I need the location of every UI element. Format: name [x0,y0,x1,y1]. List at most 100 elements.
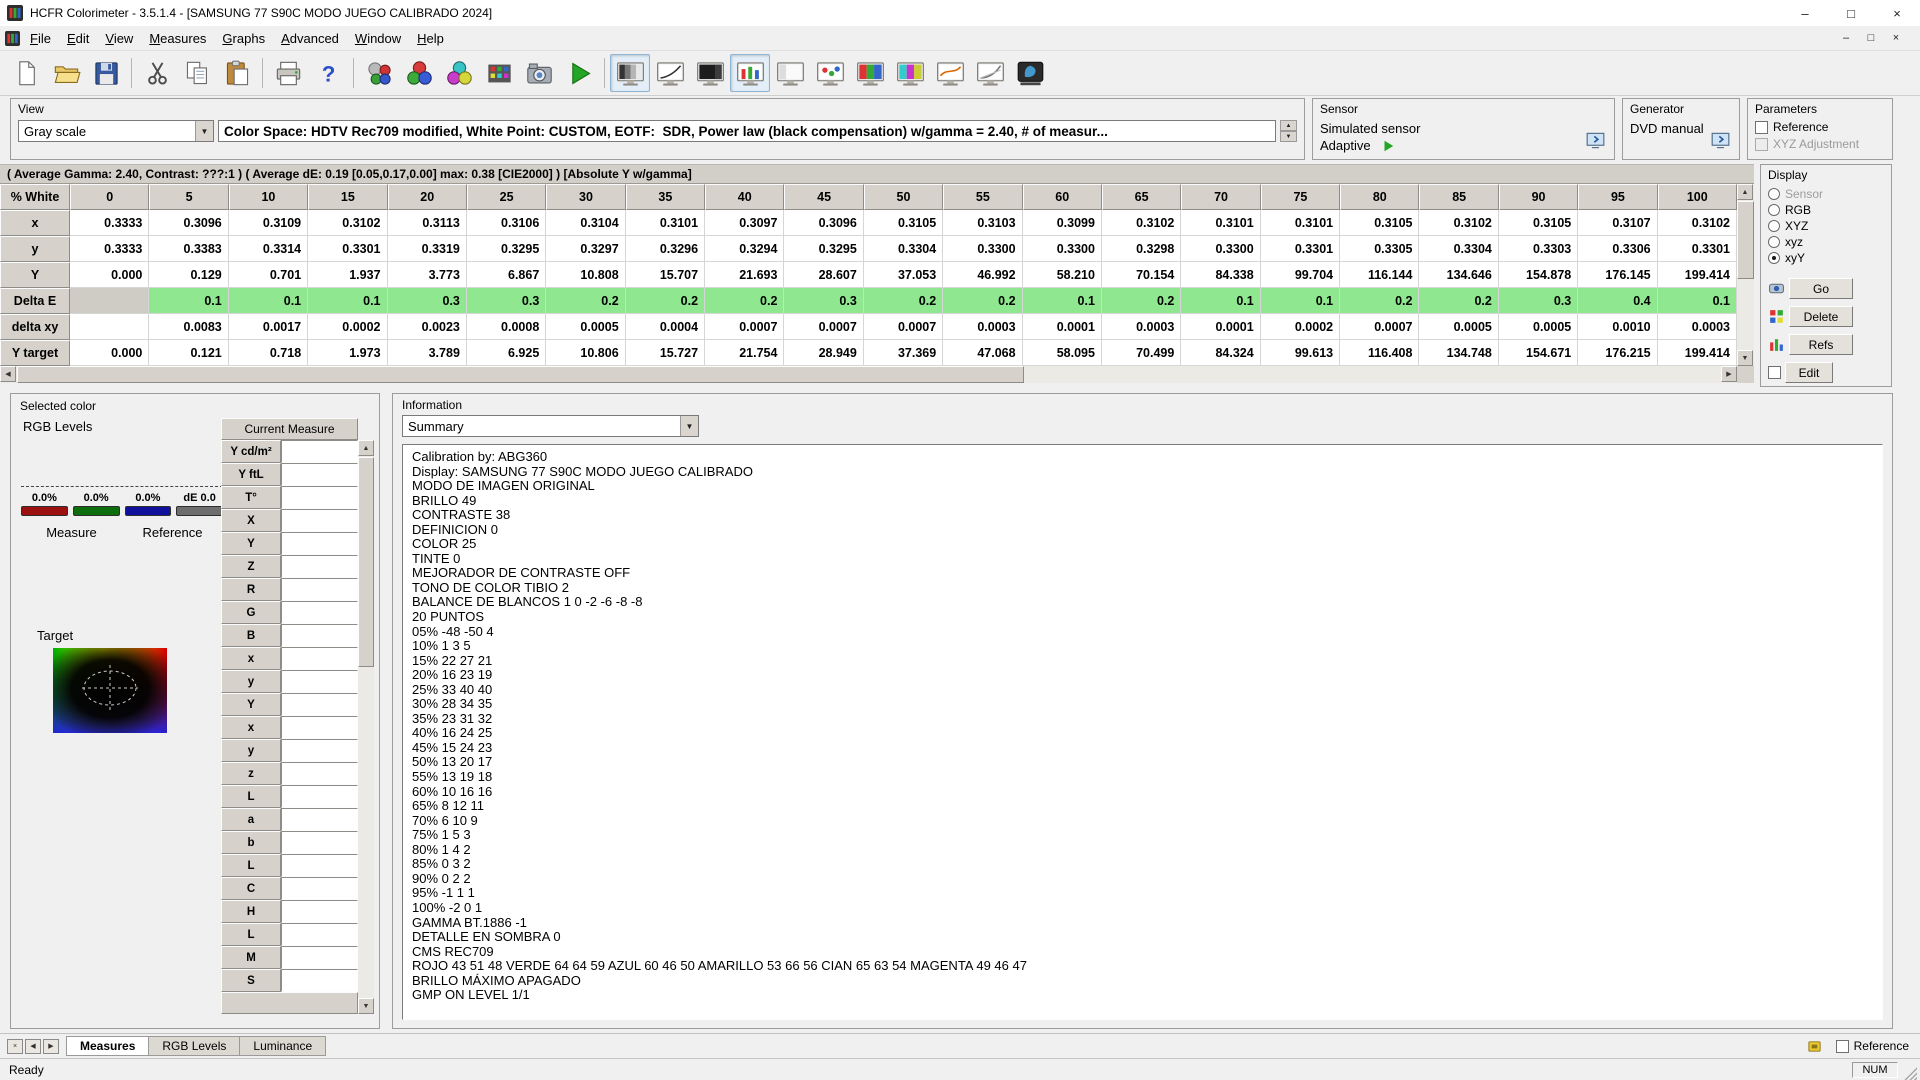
column-header[interactable]: 55 [943,184,1022,210]
tab-rgb-levels[interactable]: RGB Levels [148,1036,240,1056]
measure-cell[interactable]: 0.129 [149,262,228,288]
measure-cell[interactable]: 0.3105 [864,210,943,236]
view-grayscale-report-icon[interactable] [610,54,650,92]
measure-cell[interactable]: 0.0005 [1499,314,1578,340]
column-header[interactable]: 40 [705,184,784,210]
view-primaries-icon[interactable] [850,54,890,92]
measure-cell[interactable]: 0.2 [1340,288,1419,314]
measure-cell[interactable]: 0.3101 [1261,210,1340,236]
table-horizontal-scrollbar[interactable]: ◀ ▶ [0,366,1737,383]
measure-cell[interactable]: 0.2 [546,288,625,314]
measure-cell[interactable]: 0.3099 [1023,210,1102,236]
chevron-down-icon[interactable]: ▼ [195,121,213,141]
display-option-xyz[interactable]: xyz [1768,234,1884,250]
tab-luminance[interactable]: Luminance [239,1036,326,1056]
measure-cell[interactable]: 0.3300 [1181,236,1260,262]
measure-cell[interactable]: 0.3102 [1419,210,1498,236]
column-header[interactable]: 45 [784,184,863,210]
column-header[interactable]: 50 [864,184,943,210]
radio-icon[interactable] [1768,220,1780,232]
measure-cell[interactable]: 10.808 [546,262,625,288]
measure-cell[interactable]: 21.693 [705,262,784,288]
measure-cell[interactable]: 199.414 [1658,262,1737,288]
measure-cell[interactable]: 0.3113 [388,210,467,236]
measure-cell[interactable]: 0.3103 [943,210,1022,236]
menu-file[interactable]: File [22,28,59,49]
measure-cell[interactable]: 0.1 [1023,288,1102,314]
measure-cell[interactable]: 0.3314 [229,236,308,262]
measure-cell[interactable]: 0.0004 [626,314,705,340]
measure-cell[interactable]: 0.3304 [1419,236,1498,262]
view-near-white-icon[interactable] [770,54,810,92]
measure-cell[interactable]: 0.1 [1261,288,1340,314]
current-measure-scroll-thumb[interactable] [358,457,374,667]
view-luminance-curve-icon[interactable] [970,54,1010,92]
column-header[interactable]: 10 [229,184,308,210]
measure-cell[interactable]: 99.613 [1261,340,1340,366]
measure-cell[interactable]: 0.0007 [864,314,943,340]
radio-icon[interactable] [1768,204,1780,216]
column-header[interactable]: 70 [1181,184,1260,210]
measure-cell[interactable]: 58.095 [1023,340,1102,366]
menu-graphs[interactable]: Graphs [214,28,273,49]
measure-cell[interactable]: 0.0017 [229,314,308,340]
measure-cell[interactable]: 0.0003 [1102,314,1181,340]
measure-cell[interactable]: 28.607 [784,262,863,288]
new-file-icon[interactable] [6,54,46,92]
measure-cell[interactable]: 15.727 [626,340,705,366]
measure-cell[interactable]: 0.2 [864,288,943,314]
cut-icon[interactable] [137,54,177,92]
measure-cell[interactable]: 0.3333 [70,236,149,262]
spinner-down-icon[interactable]: ▼ [1280,131,1297,142]
column-header[interactable]: 30 [546,184,625,210]
column-header[interactable]: 100 [1658,184,1737,210]
measure-cell[interactable]: 58.210 [1023,262,1102,288]
measure-cell[interactable]: 0.0007 [705,314,784,340]
measure-cell[interactable]: 0.3 [784,288,863,314]
reference-checkbox[interactable] [1755,121,1768,134]
measure-cell[interactable]: 84.338 [1181,262,1260,288]
tab-close-icon[interactable]: × [7,1039,23,1054]
chevron-down-icon[interactable]: ▼ [680,416,698,436]
measure-cell[interactable]: 0.0007 [784,314,863,340]
view-mode-dropdown[interactable]: Gray scale ▼ [18,120,214,142]
information-text-area[interactable]: Calibration by: ABG360 Display: SAMSUNG … [402,444,1883,1020]
scroll-right-icon[interactable]: ▶ [1721,366,1737,382]
measure-cell[interactable]: 0.2 [626,288,705,314]
measure-cell[interactable]: 0.3333 [70,210,149,236]
mdi-document-icon[interactable] [5,31,20,46]
measure-cell[interactable]: 0.0023 [388,314,467,340]
measure-cell[interactable]: 0.3304 [864,236,943,262]
measure-cell[interactable]: 0.718 [229,340,308,366]
measure-cell[interactable]: 0.3102 [308,210,387,236]
measure-cell[interactable]: 0.3300 [943,236,1022,262]
measure-cell[interactable]: 0.3294 [705,236,784,262]
measure-cell[interactable]: 0.3301 [308,236,387,262]
measure-cell[interactable]: 0.1 [149,288,228,314]
column-header[interactable]: 90 [1499,184,1578,210]
statusbar-reference-row[interactable]: Reference [1836,1039,1909,1053]
scroll-left-icon[interactable]: ◀ [0,366,16,382]
measure-cell[interactable]: 0.0005 [546,314,625,340]
measure-cell[interactable]: 0.0010 [1578,314,1657,340]
measure-cell[interactable]: 10.806 [546,340,625,366]
menu-window[interactable]: Window [347,28,409,49]
statusbar-reference-checkbox[interactable] [1836,1040,1849,1053]
mdi-minimize-button[interactable]: – [1835,29,1857,47]
column-header[interactable]: 65 [1102,184,1181,210]
column-header-corner[interactable]: % White [0,184,70,210]
measure-cell[interactable]: 84.324 [1181,340,1260,366]
measure-cell[interactable]: 46.992 [943,262,1022,288]
spinner-up-icon[interactable]: ▲ [1280,120,1297,131]
measure-cell[interactable]: 116.408 [1340,340,1419,366]
measure-cell[interactable]: 6.925 [467,340,546,366]
column-header[interactable]: 20 [388,184,467,210]
primaries-icon[interactable] [399,54,439,92]
measure-cell[interactable]: 0.3096 [149,210,228,236]
measure-cell[interactable]: 3.773 [388,262,467,288]
maximize-button[interactable]: □ [1828,0,1874,26]
measure-cell[interactable]: 0.3104 [546,210,625,236]
secondaries-icon[interactable] [439,54,479,92]
measure-cell[interactable] [70,314,149,340]
measure-cell[interactable]: 0.2 [1419,288,1498,314]
